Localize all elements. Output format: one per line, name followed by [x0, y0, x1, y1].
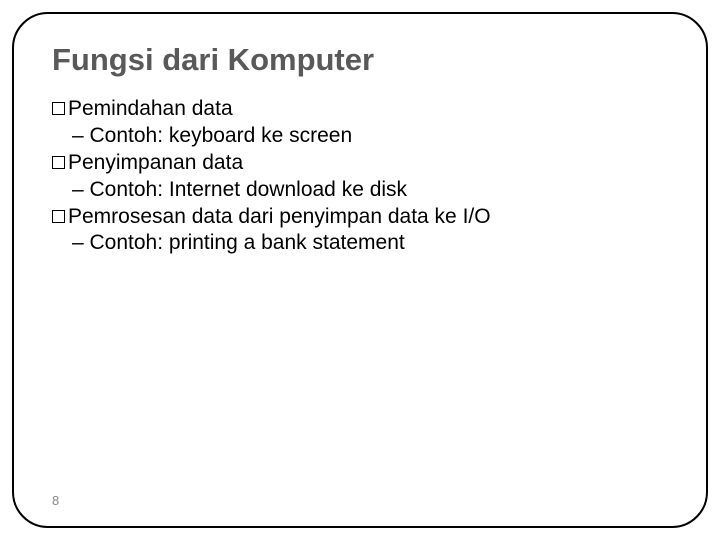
- slide: Fungsi dari Komputer Pemindahan data – C…: [0, 0, 720, 540]
- square-bullet-icon: [52, 210, 65, 223]
- square-bullet-icon: [52, 156, 65, 169]
- bullet-row: Pemrosesan data dari penyimpan data ke I…: [52, 204, 668, 231]
- sub-text: – Contoh: Internet download ke disk: [52, 177, 668, 204]
- bullet-text: Pemindahan data: [68, 96, 233, 123]
- bullet-row: Pemindahan data: [52, 96, 668, 123]
- square-bullet-icon: [52, 102, 65, 115]
- slide-frame: Fungsi dari Komputer Pemindahan data – C…: [12, 12, 708, 528]
- list-item: Pemrosesan data dari penyimpan data ke I…: [52, 204, 668, 258]
- bullet-text: Pemrosesan data dari penyimpan data ke I…: [68, 204, 491, 231]
- sub-text: – Contoh: printing a bank statement: [52, 230, 668, 257]
- page-number: 8: [52, 493, 59, 508]
- bullet-text: Penyimpanan data: [68, 150, 243, 177]
- bullet-row: Penyimpanan data: [52, 150, 668, 177]
- list-item: Pemindahan data – Contoh: keyboard ke sc…: [52, 96, 668, 150]
- list-item: Penyimpanan data – Contoh: Internet down…: [52, 150, 668, 204]
- sub-text: – Contoh: keyboard ke screen: [52, 123, 668, 150]
- slide-title: Fungsi dari Komputer: [52, 42, 668, 78]
- slide-content: Pemindahan data – Contoh: keyboard ke sc…: [52, 96, 668, 257]
